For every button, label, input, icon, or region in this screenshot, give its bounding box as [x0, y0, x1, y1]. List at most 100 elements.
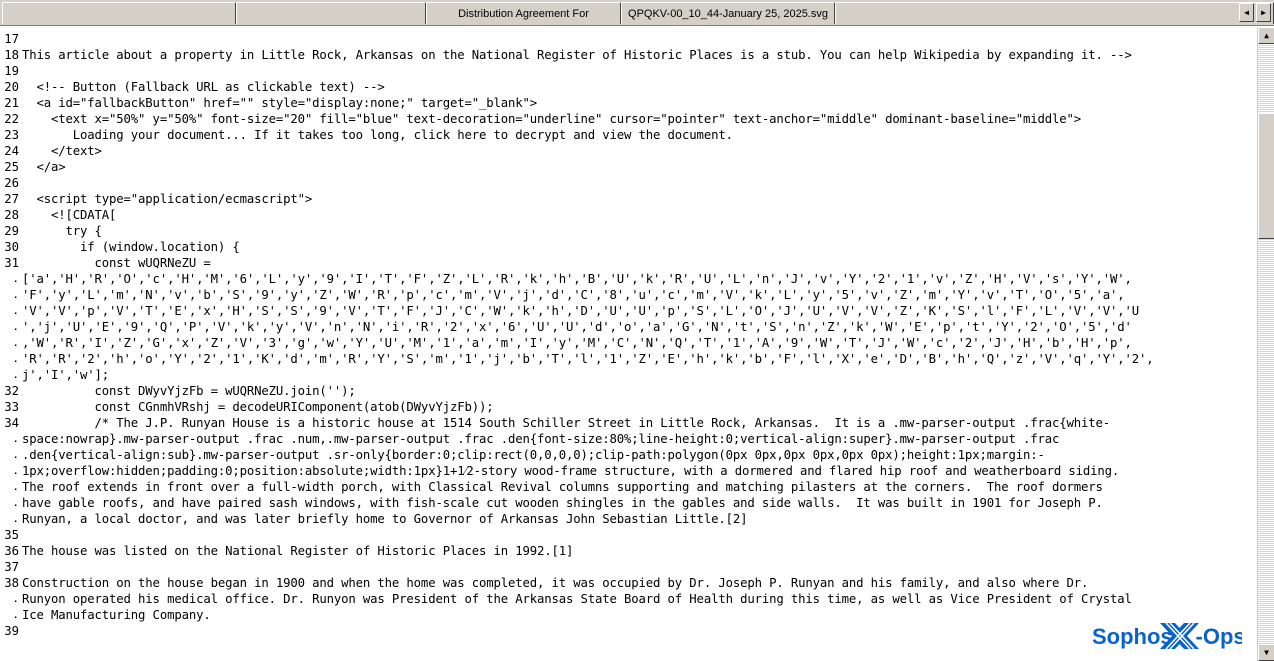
line-number: 37 [4, 560, 19, 574]
svg-text:-Ops: -Ops [1196, 624, 1243, 649]
line-number: . [12, 288, 19, 301]
line-number: . [12, 512, 19, 525]
triangle-left-icon: ◀ [1244, 7, 1249, 17]
line-number: 22 [4, 112, 19, 126]
code-line: 24 </text> [0, 143, 1257, 159]
code-line: 21 <a id="fallbackButton" href="" style=… [0, 95, 1257, 111]
line-number: 30 [4, 240, 19, 254]
scroll-up-button[interactable]: ▲ [1258, 27, 1274, 44]
code-line: 26 [0, 175, 1257, 191]
code-line: . ','j','U','E','9','Q','P','V','k','y','… [0, 319, 1257, 335]
tab-filename-label: QPQKV-00_10_44-January 25, 2025.svg [628, 7, 828, 20]
line-number: . [12, 592, 19, 605]
tab-blank-right[interactable] [835, 2, 1274, 24]
line-content: j','I','w']; [22, 368, 110, 382]
line-number: 24 [4, 144, 19, 158]
line-number: 26 [4, 176, 19, 190]
tab-filename[interactable]: QPQKV-00_10_44-January 25, 2025.svg [621, 2, 835, 24]
tab-document-title[interactable]: Distribution Agreement For [426, 2, 621, 24]
application-window: Distribution Agreement For QPQKV-00_10_4… [0, 0, 1274, 661]
line-content: ,'W','R','I','Z','G','x','Z','V','3','g'… [22, 336, 1132, 350]
line-number: 34 [4, 416, 19, 430]
tab-scroll-right-button[interactable]: ▶ [1256, 3, 1271, 22]
code-line: 28 <![CDATA[ [0, 207, 1257, 223]
line-number: 39 [4, 624, 19, 638]
code-line: . Runyan, a local doctor, and was later b… [0, 511, 1257, 527]
line-number: 25 [4, 160, 19, 174]
line-content: Runyon operated his medical office. Dr. … [22, 592, 1132, 606]
line-content: <!-- Button (Fallback URL as clickable t… [22, 80, 385, 94]
line-number: . [12, 272, 19, 285]
line-number: 21 [4, 96, 19, 110]
line-content: The roof extends in front over a full-wi… [22, 480, 1103, 494]
source-code-view[interactable]: 17 18 This article about a property in Lit… [0, 27, 1257, 661]
code-line: . .den{vertical-align:sub}.mw-parser-outp… [0, 447, 1257, 463]
tab-blank-left[interactable] [2, 2, 236, 24]
line-content: Ice Manufacturing Company. [22, 608, 211, 622]
line-content: 'F','y','L','m','N','v','b','S','9','y',… [22, 288, 1125, 302]
code-line: . Ice Manufacturing Company. [0, 607, 1257, 623]
line-content: <text x="50%" y="50%" font-size="20" fil… [22, 112, 1081, 126]
tab-scroll-buttons: ◀ ▶ [1239, 3, 1271, 22]
code-line: . 1px;overflow:hidden;padding:0;position:… [0, 463, 1257, 479]
line-content: have gable roofs, and have paired sash w… [22, 496, 1103, 510]
code-line: . have gable roofs, and have paired sash … [0, 495, 1257, 511]
line-number: . [12, 368, 19, 381]
code-line: 29 try { [0, 223, 1257, 239]
line-number: . [12, 496, 19, 509]
scroll-down-button[interactable]: ▼ [1258, 644, 1274, 661]
code-line: 27 <script type="application/ecmascript"… [0, 191, 1257, 207]
code-line: . The roof extends in front over a full-w… [0, 479, 1257, 495]
line-number: 23 [4, 128, 19, 142]
line-content: Construction on the house began in 1900 … [22, 576, 1089, 590]
code-line: 37 [0, 559, 1257, 575]
code-line: . Runyon operated his medical office. Dr.… [0, 591, 1257, 607]
code-line: . 'R','R','2','h','o','Y','2','1','K','d'… [0, 351, 1257, 367]
line-number: 18 [4, 48, 19, 62]
line-content: try { [22, 224, 102, 238]
code-line: 20 <!-- Button (Fallback URL as clickabl… [0, 79, 1257, 95]
line-number: 32 [4, 384, 19, 398]
vertical-scrollbar[interactable]: ▲ ▼ [1257, 27, 1274, 661]
sophos-xops-logo: Sophos -Ops [1088, 617, 1246, 655]
code-line: . j','I','w']; [0, 367, 1257, 383]
code-line: 17 [0, 31, 1257, 47]
line-content: 1px;overflow:hidden;padding:0;position:a… [22, 464, 1120, 478]
code-line: . ['a','H','R','O','c','H','M','6','L','y… [0, 271, 1257, 287]
code-line: . 'F','y','L','m','N','v','b','S','9','y'… [0, 287, 1257, 303]
code-line: . ,'W','R','I','Z','G','x','Z','V','3','g… [0, 335, 1257, 351]
line-number: 28 [4, 208, 19, 222]
line-content: <a id="fallbackButton" href="" style="di… [22, 96, 538, 110]
line-number: 36 [4, 544, 19, 558]
line-content: /* The J.P. Runyan House is a historic h… [22, 416, 1111, 430]
line-content: ','j','U','E','9','Q','P','V','k','y','V… [22, 320, 1132, 334]
line-number: . [12, 448, 19, 461]
tab-blank-mid[interactable] [236, 2, 426, 24]
tab-document-title-label: Distribution Agreement For [458, 7, 589, 20]
line-content: The house was listed on the National Reg… [22, 544, 574, 558]
scrollbar-thumb[interactable] [1258, 113, 1274, 239]
line-content: Loading your document... If it takes too… [22, 128, 733, 142]
line-content: const wUQRNeZU = [22, 256, 211, 270]
line-content: space:nowrap}.mw-parser-output .frac .nu… [22, 432, 1060, 446]
line-content: Runyan, a local doctor, and was later br… [22, 512, 748, 526]
line-number: . [12, 304, 19, 317]
line-number: . [12, 336, 19, 349]
line-content: if (window.location) { [22, 240, 240, 254]
code-line: 34 /* The J.P. Runyan House is a histori… [0, 415, 1257, 431]
line-number: . [12, 608, 19, 621]
line-number: . [12, 480, 19, 493]
svg-text:Sophos: Sophos [1092, 624, 1173, 649]
code-line: 31 const wUQRNeZU = [0, 255, 1257, 271]
tab-bar: Distribution Agreement For QPQKV-00_10_4… [0, 0, 1274, 26]
code-line: . 'V','V','p','V','T','E','x','H','S','S'… [0, 303, 1257, 319]
code-line: 18 This article about a property in Littl… [0, 47, 1257, 63]
code-line: 25 </a> [0, 159, 1257, 175]
triangle-up-icon: ▲ [1264, 30, 1269, 40]
line-number: . [12, 464, 19, 477]
tab-scroll-left-button[interactable]: ◀ [1239, 3, 1254, 22]
code-line: 33 const CGnmhVRshj = decodeURIComponent… [0, 399, 1257, 415]
line-content: ['a','H','R','O','c','H','M','6','L','y'… [22, 272, 1132, 286]
line-number: 27 [4, 192, 19, 206]
line-number: 29 [4, 224, 19, 238]
